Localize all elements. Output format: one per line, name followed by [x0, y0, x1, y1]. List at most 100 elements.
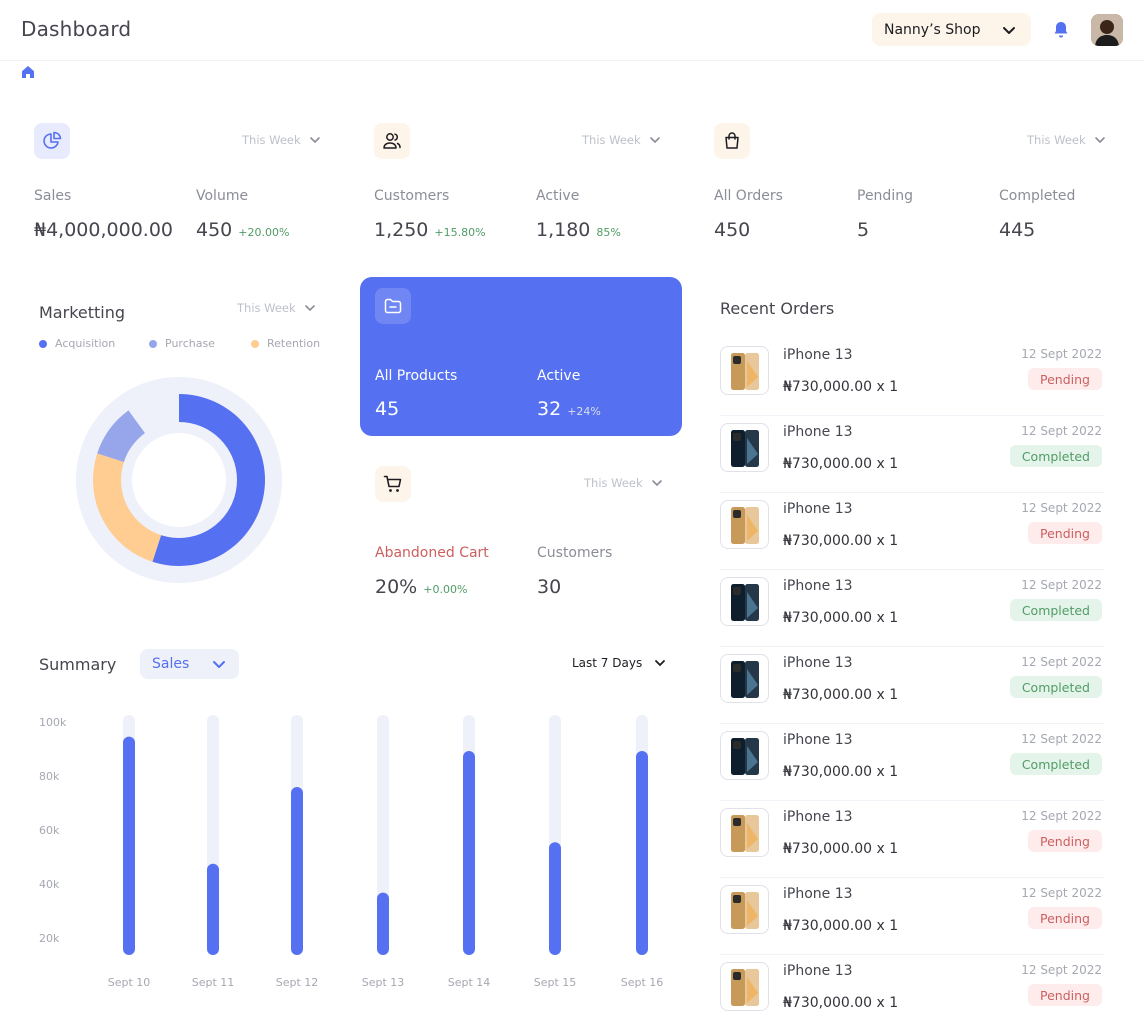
users-icon [383, 133, 401, 149]
active-customers-label: Active [536, 188, 580, 204]
legend-dot [39, 339, 47, 348]
order-status-badge: Completed [1009, 753, 1102, 775]
bar[interactable] [377, 892, 389, 955]
order-product-name: iPhone 13 [783, 578, 853, 594]
volume-label: Volume [196, 188, 249, 204]
all-orders-value: 450 [714, 219, 751, 241]
all-products-label: All Products [375, 368, 458, 384]
completed-orders-label: Completed [999, 188, 1076, 204]
bar[interactable] [291, 787, 303, 955]
period-label: This Week [1027, 133, 1086, 147]
shopping-bag-icon [725, 132, 739, 149]
chevron-down-icon [651, 480, 662, 487]
bar[interactable] [549, 842, 561, 955]
range-label: Last 7 Days [572, 656, 643, 670]
chevron-down-icon [1003, 27, 1015, 34]
bar[interactable] [636, 751, 648, 955]
top-bar: Dashboard Nanny’s Shop [0, 0, 1144, 61]
products-card: All Products 45 Active 32 +24% [360, 277, 682, 436]
x-tick-label: Sept 13 [361, 976, 405, 989]
shop-selector[interactable]: Nanny’s Shop [872, 13, 1031, 46]
x-tick-label: Sept 11 [191, 976, 235, 989]
order-row[interactable]: iPhone 13 ₦730,000.00 x 1 12 Sept 2022 Comp… [720, 647, 1104, 724]
product-thumbnail [720, 962, 769, 1011]
order-row[interactable]: iPhone 13 ₦730,000.00 x 1 12 Sept 2022 Pend… [720, 339, 1104, 416]
order-price: ₦730,000.00 x 1 [783, 687, 899, 703]
marketing-title: Marketting [39, 303, 126, 322]
order-row[interactable]: iPhone 13 ₦730,000.00 x 1 12 Sept 2022 Pend… [720, 955, 1104, 1024]
order-product-name: iPhone 13 [783, 655, 853, 671]
order-row[interactable]: iPhone 13 ₦730,000.00 x 1 12 Sept 2022 Pend… [720, 801, 1104, 878]
x-tick-label: Sept 10 [107, 976, 151, 989]
legend-dot [251, 339, 259, 348]
customers-period-select[interactable]: This Week [582, 133, 661, 147]
active-products-delta: +24% [567, 405, 601, 418]
legend-dot [149, 339, 157, 348]
active-products-value: 32 +24% [537, 398, 601, 420]
product-thumbnail [720, 346, 769, 395]
order-status-badge: Pending [1028, 907, 1102, 929]
chevron-down-icon [309, 137, 320, 144]
chevron-down-icon [649, 137, 660, 144]
order-status-badge: Completed [1009, 676, 1102, 698]
product-thumbnail [720, 808, 769, 857]
active-customers-delta: 85% [596, 226, 621, 239]
active-customers-number: 1,180 [536, 219, 591, 241]
all-products-value: 45 [375, 398, 400, 420]
period-label: This Week [242, 133, 301, 147]
order-price: ₦730,000.00 x 1 [783, 841, 899, 857]
folder-icon [384, 298, 402, 314]
order-date: 12 Sept 2022 [1021, 886, 1102, 900]
bar[interactable] [463, 751, 475, 955]
pending-orders-value: 5 [857, 219, 870, 241]
order-date: 12 Sept 2022 [1021, 732, 1102, 746]
order-row[interactable]: iPhone 13 ₦730,000.00 x 1 12 Sept 2022 Comp… [720, 570, 1104, 647]
order-price: ₦730,000.00 x 1 [783, 918, 899, 934]
active-products-label: Active [537, 368, 581, 384]
period-label: This Week [237, 301, 296, 315]
volume-number: 450 [196, 219, 233, 241]
summary-range-select[interactable]: Last 7 Days [572, 656, 666, 670]
summary-metric-select[interactable]: Sales [140, 649, 239, 679]
active-products-number: 32 [537, 398, 562, 420]
customers-label: Customers [374, 188, 450, 204]
customers-number: 1,250 [374, 219, 429, 241]
user-avatar[interactable] [1091, 14, 1123, 46]
x-tick-label: Sept 16 [620, 976, 664, 989]
period-label: This Week [582, 133, 641, 147]
customers-card-icon-box [374, 123, 410, 159]
cart-customers-label: Customers [537, 545, 613, 561]
sales-label: Sales [34, 188, 72, 204]
sales-period-select[interactable]: This Week [242, 133, 321, 147]
bar[interactable] [207, 863, 219, 955]
bar[interactable] [123, 736, 135, 955]
order-product-name: iPhone 13 [783, 809, 853, 825]
order-product-name: iPhone 13 [783, 347, 853, 363]
order-row[interactable]: iPhone 13 ₦730,000.00 x 1 12 Sept 2022 Comp… [720, 724, 1104, 801]
donut-center [132, 433, 226, 527]
order-product-name: iPhone 13 [783, 424, 853, 440]
legend-acquisition: Acquisition [39, 337, 115, 350]
legend-label: Acquisition [55, 337, 116, 350]
order-product-name: iPhone 13 [783, 886, 853, 902]
order-row[interactable]: iPhone 13 ₦730,000.00 x 1 12 Sept 2022 Comp… [720, 416, 1104, 493]
marketing-period-select[interactable]: This Week [237, 301, 316, 315]
home-icon[interactable] [21, 65, 35, 79]
cart-period-select[interactable]: This Week [584, 476, 663, 490]
legend-label: Purchase [165, 337, 215, 350]
order-row[interactable]: iPhone 13 ₦730,000.00 x 1 12 Sept 2022 Pend… [720, 493, 1104, 570]
all-orders-label: All Orders [714, 188, 783, 204]
metric-label: Sales [152, 656, 190, 672]
notification-bell-icon[interactable] [1053, 21, 1069, 39]
summary-bar-chart [123, 715, 648, 955]
order-status-badge: Pending [1028, 368, 1102, 390]
orders-period-select[interactable]: This Week [1027, 133, 1106, 147]
x-tick-label: Sept 15 [533, 976, 577, 989]
order-price: ₦730,000.00 x 1 [783, 456, 899, 472]
x-tick-label: Sept 14 [447, 976, 491, 989]
order-row[interactable]: iPhone 13 ₦730,000.00 x 1 12 Sept 2022 Pend… [720, 878, 1104, 955]
shop-name: Nanny’s Shop [884, 21, 981, 38]
product-thumbnail [720, 731, 769, 780]
pie-chart-icon [43, 131, 62, 149]
order-date: 12 Sept 2022 [1021, 347, 1102, 361]
